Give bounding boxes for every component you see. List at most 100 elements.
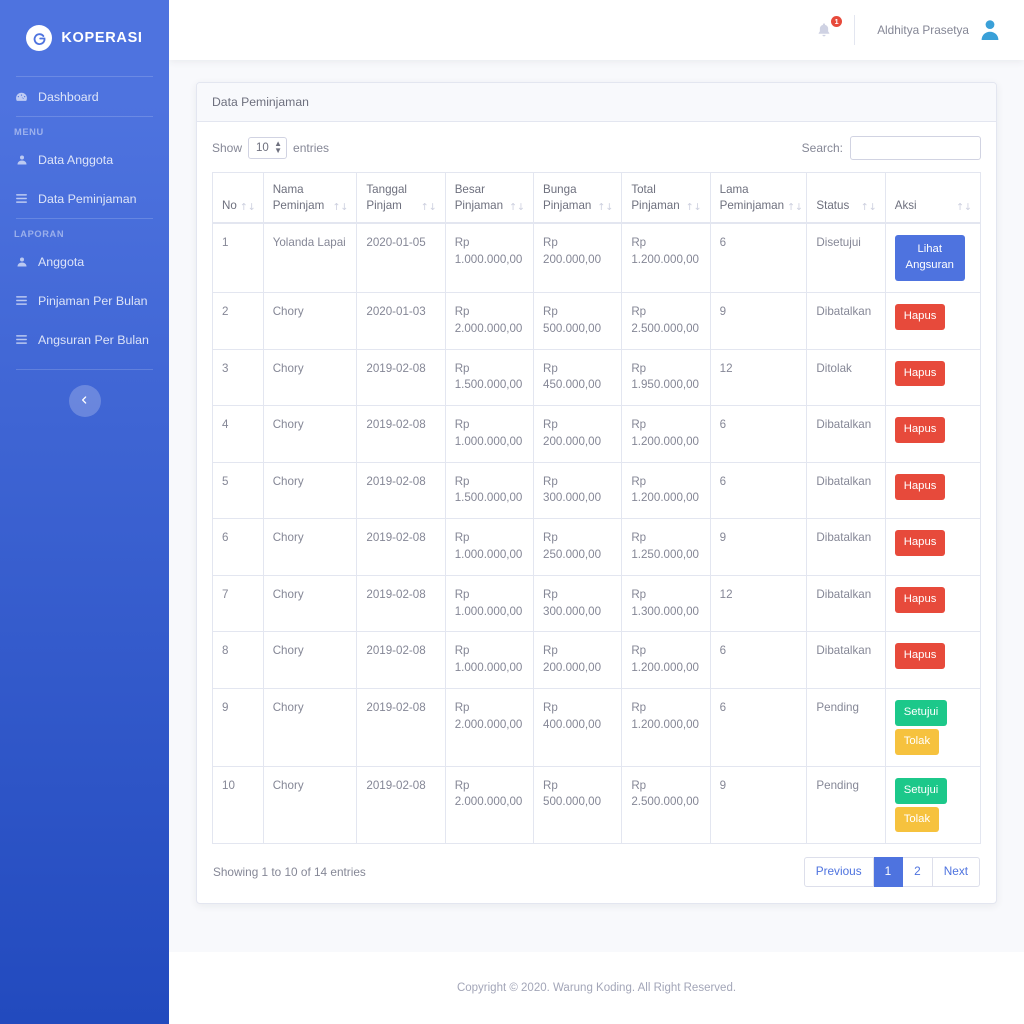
list-icon [14, 191, 29, 206]
row-total-pinjaman: Rp 1.200.000,00 [621, 222, 711, 293]
row-bunga-pinjaman: Rp 200.000,00 [532, 222, 623, 293]
page-link-1[interactable]: 1 [873, 857, 904, 887]
lihat-angsuran-button[interactable]: Lihat Angsuran [894, 235, 965, 281]
data-peminjaman-card: Data Peminjaman Show 10 ▲ ▼ entries Sear… [196, 82, 997, 904]
table-row: 3 Chory 2019-02-08 Rp 1.500.000,00 Rp 450.00… [212, 348, 982, 407]
search-input[interactable] [850, 136, 981, 160]
row-no: 10 [212, 765, 264, 845]
row-nama-peminjam: Chory [262, 688, 358, 767]
sidebar-item-label: Data Peminjaman [38, 191, 137, 206]
hapus-button[interactable]: Hapus [894, 643, 946, 670]
sort-updown-icon: ↑↓ [509, 201, 525, 213]
sidebar-item-angsuran-per-bulan[interactable]: Angsuran Per Bulan [0, 320, 169, 359]
row-nama-peminjam: Chory [262, 461, 358, 520]
page-link-next[interactable]: Next [932, 857, 980, 887]
notifications-button[interactable]: 1 [798, 16, 850, 39]
sidebar-item-label: Data Anggota [38, 152, 114, 167]
table-column-header[interactable]: Nama Peminjam ↑↓ [262, 172, 358, 225]
topbar: 1 Aldhitya Prasetya [169, 0, 1024, 60]
table-column-header[interactable]: Tanggal Pinjam ↑↓ [356, 172, 446, 225]
card-title: Data Peminjaman [197, 83, 996, 122]
table-row: 8 Chory 2019-02-08 Rp 1.000.000,00 Rp 200.00… [212, 631, 982, 690]
row-aksi: Hapus [884, 291, 982, 350]
row-lama-peminjaman: 12 [709, 574, 808, 633]
user-name: Aldhitya Prasetya [877, 23, 969, 37]
sidebar-item-label: Dashboard [38, 89, 99, 104]
row-aksi: Hapus [884, 574, 982, 633]
row-aksi: Hapus [884, 348, 982, 407]
page-footer: Copyright © 2020. Warung Koding. All Rig… [169, 952, 1024, 1024]
row-lama-peminjaman: 6 [709, 688, 808, 767]
row-no: 8 [212, 631, 264, 690]
row-total-pinjaman: Rp 1.200.000,00 [621, 405, 711, 463]
page-content: Data Peminjaman Show 10 ▲ ▼ entries Sear… [169, 60, 1024, 952]
table-column-header[interactable]: Lama Peminjaman ↑↓ [709, 172, 808, 225]
table-column-header[interactable]: No ↑↓ [212, 172, 264, 225]
sidebar-item-anggota[interactable]: Anggota [0, 242, 169, 281]
row-total-pinjaman: Rp 1.200.000,00 [621, 461, 711, 520]
column-header-label: Bunga Pinjaman [543, 183, 592, 212]
tachometer-icon [14, 89, 29, 104]
sidebar-item-data-peminjaman[interactable]: Data Peminjaman [0, 179, 169, 218]
hapus-button[interactable]: Hapus [894, 360, 946, 387]
row-besar-pinjaman: Rp 2.000.000,00 [444, 291, 535, 350]
table-row: 6 Chory 2019-02-08 Rp 1.000.000,00 Rp 250.00… [212, 518, 982, 576]
user-menu[interactable]: Aldhitya Prasetya [859, 18, 1002, 42]
table-column-header[interactable]: Total Pinjaman ↑↓ [621, 172, 711, 225]
table-column-header[interactable]: Bunga Pinjaman ↑↓ [532, 172, 623, 225]
sort-updown-icon: ↑↓ [685, 201, 702, 213]
sidebar-item-dashboard[interactable]: Dashboard [0, 77, 169, 116]
row-lama-peminjaman: 6 [709, 631, 808, 690]
datatable-footer: Showing 1 to 10 of 14 entries Previous 1 2… [212, 844, 981, 893]
page-length-select[interactable]: 10 [248, 137, 288, 159]
column-header-label: Nama Peminjam [272, 183, 325, 212]
hapus-button[interactable]: Hapus [894, 473, 946, 500]
circle-c-logo-icon [26, 25, 53, 51]
hapus-button[interactable]: Hapus [894, 417, 946, 443]
notification-badge: 1 [831, 16, 843, 28]
topbar-divider [854, 15, 856, 45]
page-link-previous[interactable]: Previous [803, 857, 874, 887]
peminjaman-table: No ↑↓ Nama Peminjam ↑↓ Tanggal Pinjam ↑↓ Besar… [212, 172, 982, 845]
row-aksi: Hapus [884, 518, 982, 576]
sidebar-item-label: Anggota [38, 254, 85, 269]
sort-updown-icon: ↑↓ [956, 201, 972, 213]
table-column-header[interactable]: Aksi ↑↓ [884, 172, 982, 225]
row-bunga-pinjaman: Rp 500.000,00 [532, 291, 623, 350]
row-lama-peminjaman: 12 [709, 348, 808, 407]
row-aksi: Hapus [884, 461, 982, 520]
row-no: 2 [212, 291, 264, 350]
row-total-pinjaman: Rp 2.500.000,00 [621, 291, 711, 350]
hapus-button[interactable]: Hapus [894, 586, 946, 613]
sidebar-item-label: Pinjaman Per Bulan [38, 293, 148, 308]
brand-link[interactable]: KOPERASI [0, 0, 169, 76]
row-tanggal-pinjam: 2019-02-08 [356, 518, 446, 576]
setujui-button[interactable]: Setujui [894, 777, 948, 804]
hapus-button[interactable]: Hapus [894, 530, 946, 557]
row-lama-peminjaman: 6 [709, 222, 808, 293]
table-row: 2 Chory 2020-01-03 Rp 2.000.000,00 Rp 500.00… [212, 291, 982, 350]
row-status: Pending [806, 765, 886, 845]
table-row: 9 Chory 2019-02-08 Rp 2.000.000,00 Rp 400.00… [212, 688, 982, 767]
setujui-button[interactable]: Setujui [894, 700, 948, 726]
table-column-header[interactable]: Status ↑↓ [806, 172, 886, 225]
sidebar-collapse-button[interactable] [68, 385, 101, 417]
row-tanggal-pinjam: 2020-01-03 [356, 291, 446, 350]
table-column-header[interactable]: Besar Pinjaman ↑↓ [444, 172, 535, 225]
row-bunga-pinjaman: Rp 200.000,00 [532, 631, 623, 690]
row-besar-pinjaman: Rp 1.000.000,00 [444, 405, 535, 463]
sort-updown-icon: ↑↓ [597, 201, 614, 213]
page-link-2[interactable]: 2 [903, 857, 933, 887]
app-root: KOPERASI Dashboard MENU Data Anggota Dat… [0, 0, 1024, 1024]
sidebar-item-data-anggota[interactable]: Data Anggota [0, 140, 169, 179]
sidebar-divider [16, 369, 153, 370]
tolak-button[interactable]: Tolak [894, 728, 940, 755]
row-total-pinjaman: Rp 1.950.000,00 [621, 348, 711, 407]
tolak-button[interactable]: Tolak [894, 806, 940, 833]
row-tanggal-pinjam: 2019-02-08 [356, 631, 446, 690]
row-nama-peminjam: Chory [262, 574, 358, 633]
sidebar-item-pinjaman-per-bulan[interactable]: Pinjaman Per Bulan [0, 281, 169, 320]
column-header-label: Aksi [894, 198, 917, 212]
sort-updown-icon: ↑↓ [332, 201, 349, 213]
hapus-button[interactable]: Hapus [894, 303, 946, 330]
